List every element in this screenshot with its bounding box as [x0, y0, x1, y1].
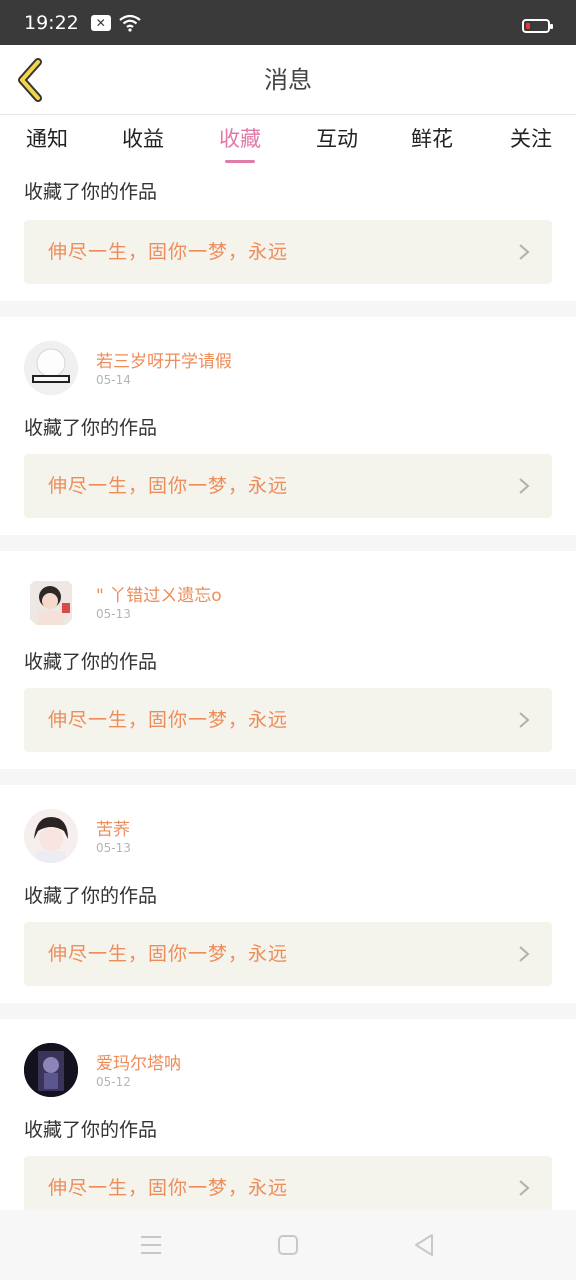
username[interactable]: 若三岁呀开学请假: [96, 347, 232, 372]
action-text: 收藏了你的作品: [24, 1119, 158, 1141]
tab-favorites[interactable]: 收藏: [200, 123, 280, 163]
status-bar: 19:22 ✕: [0, 0, 576, 45]
back-button[interactable]: [12, 57, 52, 103]
list-item: " 丫错过ㄨ遗忘o 05-13 收藏了你的作品 伸尽一生，固你一梦，永远: [0, 551, 576, 769]
work-title: 伸尽一生，固你一梦，永远: [48, 943, 289, 965]
divider: [0, 769, 576, 785]
chevron-right-icon: [519, 478, 530, 494]
chevron-right-icon: [519, 1180, 530, 1196]
avatar[interactable]: [24, 809, 78, 863]
divider: [0, 535, 576, 551]
action-text: 收藏了你的作品: [24, 417, 158, 439]
tab-following[interactable]: 关注: [491, 123, 571, 159]
home-square-icon[interactable]: [275, 1232, 301, 1258]
divider: [0, 301, 576, 317]
avatar-image: [24, 575, 78, 629]
action-text: 收藏了你的作品: [24, 181, 158, 203]
action-text: 收藏了你的作品: [24, 651, 158, 673]
notification-icon: ✕: [90, 14, 111, 31]
avatar[interactable]: [24, 575, 78, 629]
avatar-image: [24, 809, 78, 863]
work-title: 伸尽一生，固你一梦，永远: [48, 709, 289, 731]
avatar[interactable]: [24, 341, 78, 395]
username[interactable]: " 丫错过ㄨ遗忘o: [96, 581, 222, 606]
tab-earnings[interactable]: 收益: [103, 123, 183, 159]
list-item: 苦荞 05-13 收藏了你的作品 伸尽一生，固你一梦，永远: [0, 785, 576, 1003]
tab-flowers[interactable]: 鲜花: [392, 123, 472, 159]
tab-label: 鲜花: [411, 127, 453, 151]
work-link[interactable]: 伸尽一生，固你一梦，永远: [24, 688, 552, 752]
avatar-image: [24, 341, 78, 395]
menu-icon[interactable]: [138, 1232, 164, 1258]
tab-interactions[interactable]: 互动: [297, 123, 377, 159]
chevron-right-icon: [519, 244, 530, 260]
action-text: 收藏了你的作品: [24, 885, 158, 907]
system-nav-bar: [0, 1210, 576, 1280]
tab-label: 收藏: [219, 127, 261, 151]
work-link[interactable]: 伸尽一生，固你一梦，永远: [24, 220, 552, 284]
work-title: 伸尽一生，固你一梦，永远: [48, 241, 289, 263]
avatar[interactable]: [24, 1043, 78, 1097]
list-item: 收藏了你的作品 伸尽一生，固你一梦，永远: [0, 165, 576, 301]
tab-label: 收益: [122, 127, 164, 151]
tab-bar: 通知 收益 收藏 互动 鲜花 关注: [0, 115, 576, 165]
status-time: 19:22: [24, 11, 79, 34]
username[interactable]: 苦荞: [96, 815, 130, 840]
battery-low-icon: [522, 19, 553, 33]
username[interactable]: 爱玛尔塔呐: [96, 1049, 181, 1074]
header-bar: 消息: [0, 45, 576, 115]
date: 05-13: [96, 607, 131, 621]
tab-label: 通知: [26, 127, 68, 151]
chevron-right-icon: [519, 712, 530, 728]
wifi-icon: [119, 14, 141, 32]
tab-notifications[interactable]: 通知: [7, 123, 87, 159]
work-link[interactable]: 伸尽一生，固你一梦，永远: [24, 922, 552, 986]
chevron-right-icon: [519, 946, 530, 962]
date: 05-12: [96, 1075, 131, 1089]
work-title: 伸尽一生，固你一梦，永远: [48, 475, 289, 497]
active-tab-indicator: [225, 160, 255, 163]
list-item: 爱玛尔塔呐 05-12 收藏了你的作品 伸尽一生，固你一梦，永远: [0, 1019, 576, 1220]
divider: [0, 1003, 576, 1019]
date: 05-14: [96, 373, 131, 387]
list-item: 若三岁呀开学请假 05-14 收藏了你的作品 伸尽一生，固你一梦，永远: [0, 317, 576, 535]
page-title: 消息: [264, 66, 312, 94]
tab-label: 关注: [510, 127, 552, 151]
avatar-image: [24, 1043, 78, 1097]
tab-label: 互动: [316, 127, 358, 151]
back-triangle-icon[interactable]: [412, 1232, 438, 1258]
date: 05-13: [96, 841, 131, 855]
work-link[interactable]: 伸尽一生，固你一梦，永远: [24, 454, 552, 518]
